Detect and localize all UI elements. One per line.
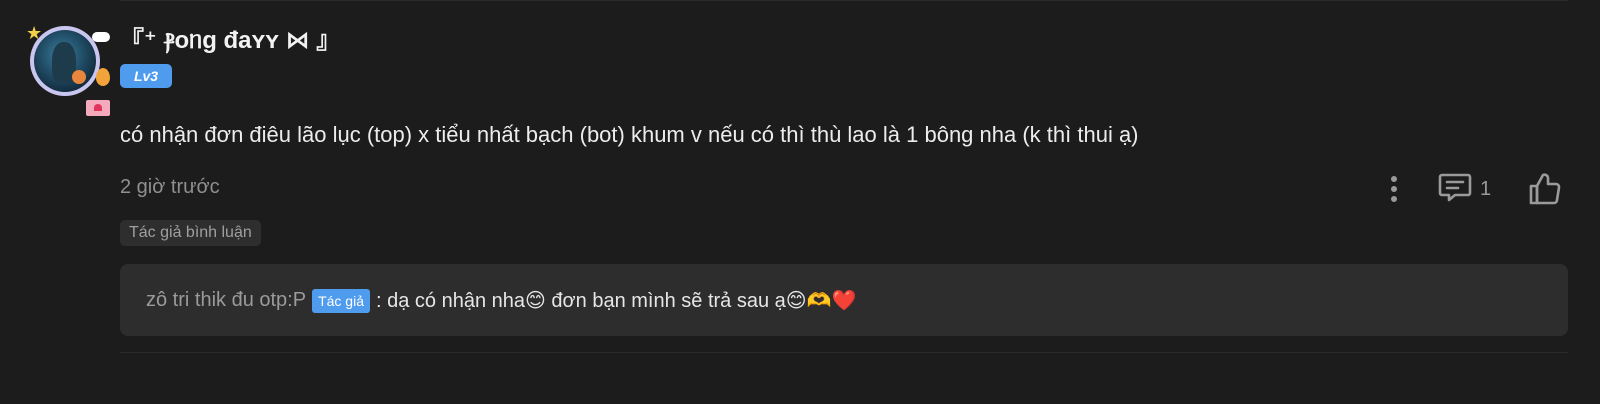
star-icon: ★ xyxy=(26,23,43,43)
avatar[interactable]: ★ xyxy=(24,20,110,116)
divider xyxy=(120,352,1568,353)
reply-text: : dạ có nhận nha😊 đơn bạn mình sẽ trả sa… xyxy=(376,290,857,312)
reply-line: zô tri thik đu otp:P Tác giả : dạ có nhậ… xyxy=(146,288,856,313)
love-letter-icon xyxy=(86,100,110,116)
reply-count: 1 xyxy=(1480,177,1492,200)
level-badge: Lv3 xyxy=(120,64,172,88)
balloon-icon xyxy=(96,68,110,86)
reply-author[interactable]: zô tri thik đu otp:P xyxy=(146,289,306,312)
divider xyxy=(120,0,1568,1)
username[interactable]: 『⁺ ⳁoᥒg đaʏʏ ⋈ 』 xyxy=(120,20,340,55)
comment-card: ★ 『⁺ ⳁoᥒg đaʏʏ ⋈ 』 Lv3 có nhận đơn điêu … xyxy=(0,0,1600,404)
comment-text: có nhận đơn điêu lão lục (top) x tiểu nh… xyxy=(120,122,1139,147)
author-tag: Tác giả bình luận xyxy=(120,220,261,246)
cloud-icon xyxy=(92,32,110,42)
reply-button[interactable]: 1 xyxy=(1438,172,1492,207)
reply-preview[interactable]: zô tri thik đu otp:P Tác giả : dạ có nhậ… xyxy=(120,264,1568,336)
avatar-image xyxy=(34,30,96,92)
author-badge: Tác giả xyxy=(312,288,370,313)
thumbs-up-icon[interactable] xyxy=(1528,172,1562,206)
timestamp: 2 giờ trước xyxy=(120,176,220,198)
comment-icon xyxy=(1438,172,1472,207)
more-vertical-icon[interactable] xyxy=(1384,174,1404,204)
